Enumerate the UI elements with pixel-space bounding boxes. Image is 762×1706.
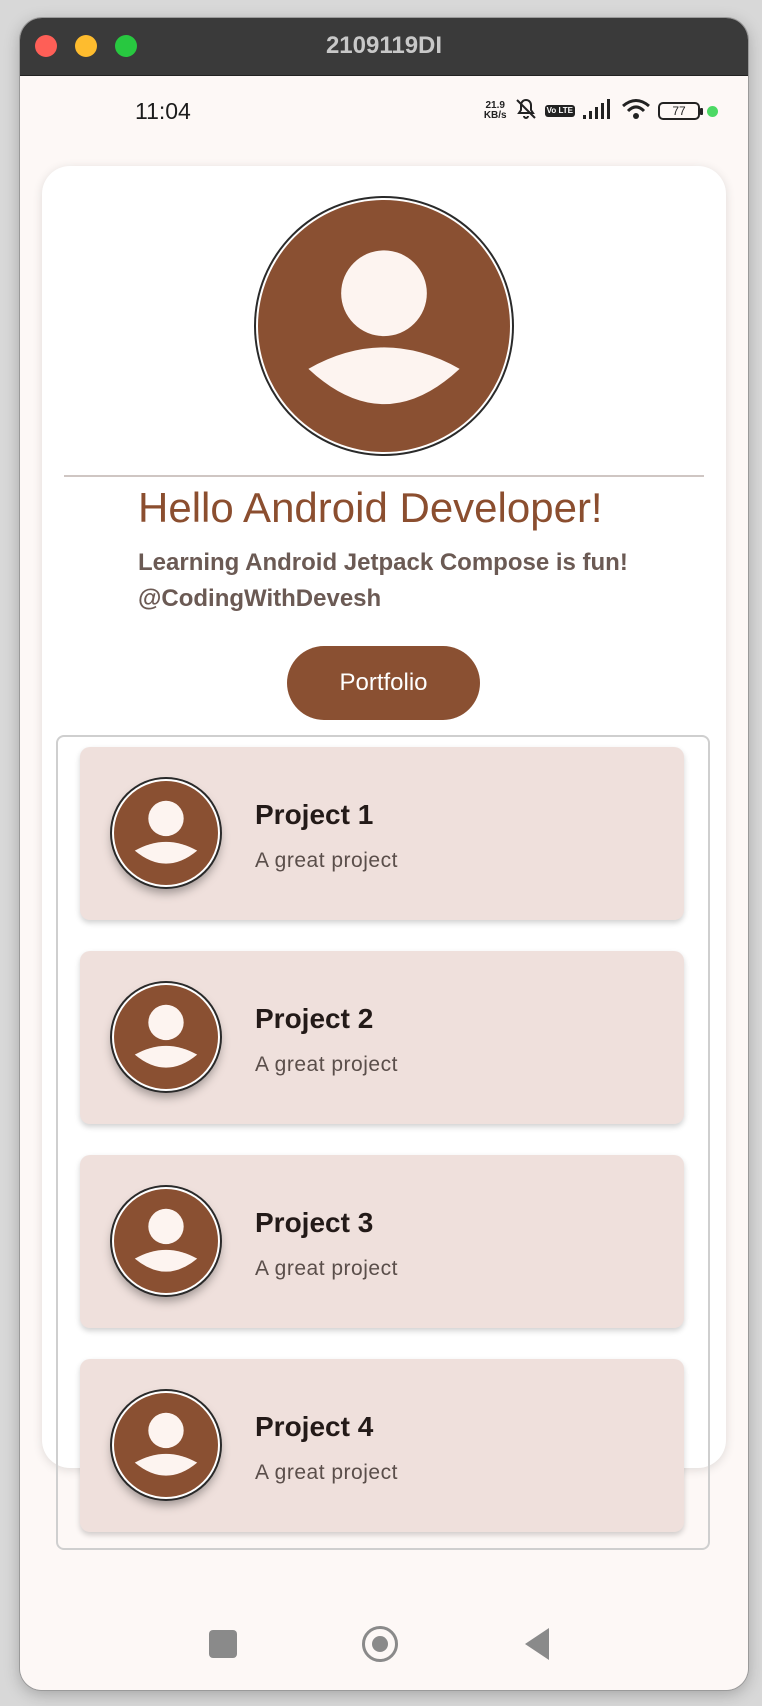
greeting-title: Hello Android Developer! xyxy=(138,484,603,531)
project-avatar-icon xyxy=(112,1391,220,1499)
project-title: Project 1 xyxy=(255,799,374,830)
window-title: 2109119DI xyxy=(325,32,443,59)
project-description: A great project xyxy=(255,1461,398,1484)
divider xyxy=(64,475,704,477)
project-description: A great project xyxy=(255,849,398,872)
profile-avatar-icon xyxy=(256,198,512,454)
home-circle-icon[interactable] xyxy=(362,1626,398,1662)
signal-icon xyxy=(582,98,614,125)
profile-card: Hello Android Developer! Learning Androi… xyxy=(42,166,726,1550)
project-avatar-icon xyxy=(112,983,220,1091)
window-titlebar: 2109119DI xyxy=(20,18,748,76)
project-avatar-icon xyxy=(112,779,220,887)
bell-off-icon xyxy=(514,97,538,126)
project-title: Project 3 xyxy=(255,1207,374,1238)
project-description: A great project xyxy=(255,1257,398,1280)
handle-line: @CodingWithDevesh xyxy=(138,585,382,612)
status-icons: 21.9 KB/s Vo LTE 77 xyxy=(484,98,718,124)
navigation-bar xyxy=(20,1602,748,1690)
status-time: 11:04 xyxy=(135,98,191,124)
project-card[interactable]: Project 4 A great project xyxy=(80,1359,684,1532)
projects-list[interactable]: Project 1 A great project Project 2 A gr… xyxy=(56,735,710,1550)
net-speed: 21.9 KB/s xyxy=(483,100,507,121)
project-avatar-icon xyxy=(112,1187,220,1295)
wifi-icon xyxy=(621,98,651,125)
portfolio-button[interactable]: Portfolio xyxy=(287,646,480,720)
profile-subtitle: Learning Android Jetpack Compose is fun!… xyxy=(138,545,628,617)
emulator-window: 2109119DI 11:04 21.9 KB/s Vo LTE 77 Hell… xyxy=(20,18,748,1690)
back-triangle-icon[interactable] xyxy=(525,1628,549,1660)
project-description: A great project xyxy=(255,1053,398,1076)
battery-icon: 77 xyxy=(658,102,703,120)
project-card[interactable]: Project 3 A great project xyxy=(80,1155,684,1328)
volte-icon: Vo LTE xyxy=(544,105,575,117)
project-card[interactable]: Project 2 A great project xyxy=(80,951,684,1124)
privacy-indicator-dot xyxy=(707,105,718,117)
project-title: Project 4 xyxy=(255,1411,374,1442)
project-title: Project 2 xyxy=(255,1003,374,1034)
project-card[interactable]: Project 1 A great project xyxy=(80,747,684,920)
subtitle-line: Learning Android Jetpack Compose is fun! xyxy=(138,549,628,576)
status-bar: 11:04 21.9 KB/s Vo LTE 77 xyxy=(20,76,748,140)
recents-square-icon[interactable] xyxy=(209,1630,237,1658)
